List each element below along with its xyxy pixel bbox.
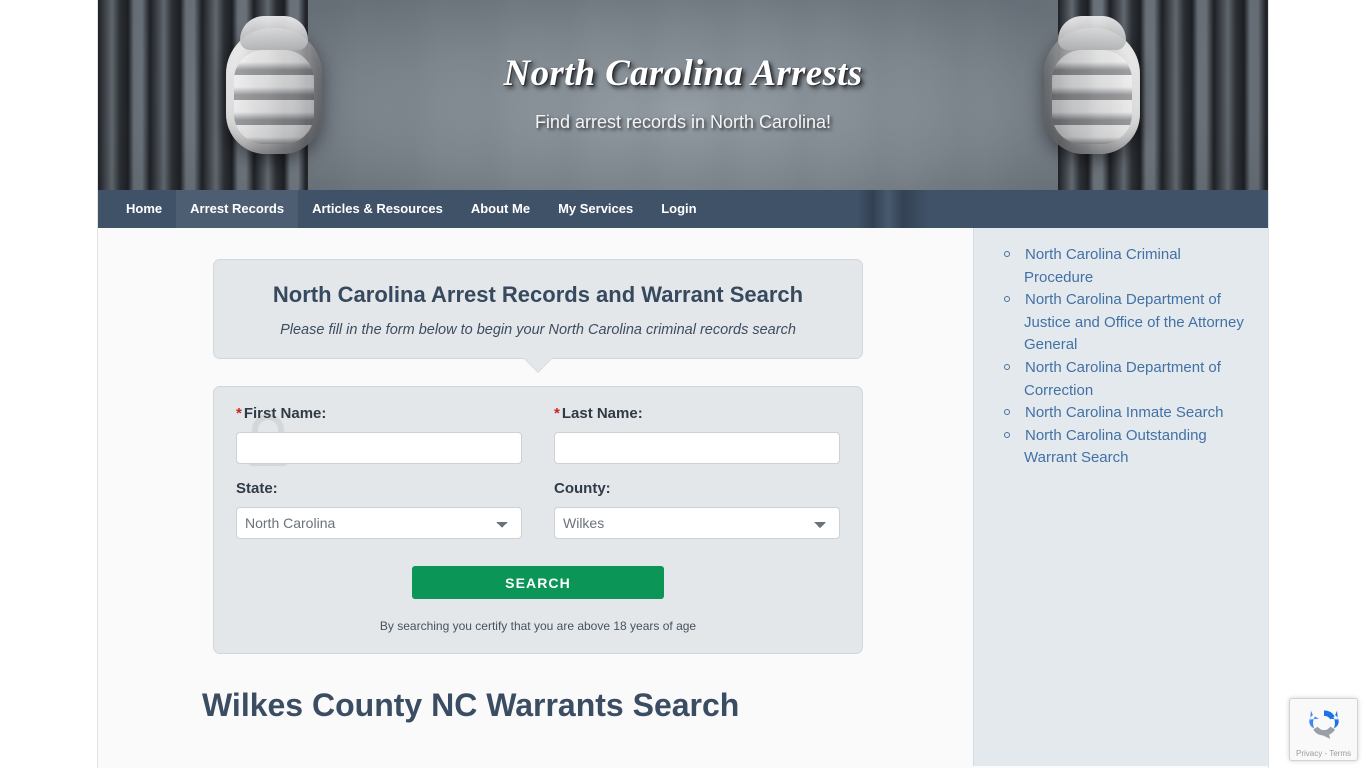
recaptcha-badge[interactable]: Privacy - Terms <box>1289 698 1358 761</box>
list-item: North Carolina Criminal Procedure <box>988 244 1248 289</box>
nav-item-arrest-records[interactable]: Arrest Records <box>176 190 299 228</box>
state-select[interactable]: North Carolina <box>236 507 522 539</box>
sidebar-link-department-of-correction[interactable]: North Carolina Department of Correction <box>1024 359 1221 399</box>
last-name-label: * Last Name: <box>554 405 840 422</box>
recaptcha-privacy-terms[interactable]: Privacy - Terms <box>1290 749 1357 758</box>
search-callout: North Carolina Arrest Records and Warran… <box>213 259 863 372</box>
callout-heading: North Carolina Arrest Records and Warran… <box>272 282 804 307</box>
first-name-field-group: * First Name: <box>236 405 522 464</box>
county-field-group: County: Wilkes <box>554 480 840 539</box>
site-title: North Carolina Arrests <box>503 53 863 94</box>
sidebar-link-inmate-search[interactable]: North Carolina Inmate Search <box>1025 404 1223 421</box>
last-name-input[interactable] <box>554 432 840 464</box>
banner-text-block: North Carolina Arrests Find arrest recor… <box>98 0 1268 133</box>
circle-bullet-icon <box>1004 431 1010 438</box>
location-fields-row: State: North Carolina County: Wilkes <box>236 480 840 539</box>
first-name-label-text: First Name: <box>243 405 327 422</box>
search-form-panel: * First Name: * Last Name: State: North Ca… <box>213 386 863 654</box>
main-content: North Carolina Arrest Records and Warran… <box>98 228 973 766</box>
name-fields-row: * First Name: * Last Name: <box>236 405 840 464</box>
content-row: North Carolina Arrest Records and Warran… <box>98 228 1268 766</box>
first-name-input[interactable] <box>236 432 522 464</box>
required-marker: * <box>236 405 242 422</box>
sidebar-link-department-of-justice[interactable]: North Carolina Department of Justice and… <box>1024 291 1244 353</box>
state-label: State: <box>236 480 278 497</box>
last-name-label-text: Last Name: <box>561 405 643 422</box>
site-banner: North Carolina Arrests Find arrest recor… <box>98 0 1268 190</box>
search-button-row: SEARCH <box>236 566 840 599</box>
nav-item-articles-resources[interactable]: Articles & Resources <box>298 190 457 228</box>
circle-bullet-icon <box>1004 251 1010 258</box>
recaptcha-icon <box>1308 710 1339 739</box>
sidebar-link-list: North Carolina Criminal Procedure North … <box>988 244 1248 470</box>
page-title: Wilkes County NC Warrants Search <box>202 687 740 723</box>
page-container: North Carolina Arrests Find arrest recor… <box>97 0 1269 768</box>
list-item: North Carolina Outstanding Warrant Searc… <box>988 425 1248 470</box>
county-select[interactable]: Wilkes <box>554 507 840 539</box>
required-marker: * <box>554 405 560 422</box>
circle-bullet-icon <box>1004 296 1010 303</box>
main-navigation: Home Arrest Records Articles & Resources… <box>98 190 1268 228</box>
sidebar-link-outstanding-warrant-search[interactable]: North Carolina Outstanding Warrant Searc… <box>1024 427 1207 467</box>
site-tagline: Find arrest records in North Carolina! <box>534 112 832 132</box>
first-name-label: * First Name: <box>236 405 522 422</box>
nav-item-about-me[interactable]: About Me <box>457 190 544 228</box>
circle-bullet-icon <box>1004 409 1010 416</box>
nav-item-my-services[interactable]: My Services <box>544 190 647 228</box>
state-field-group: State: North Carolina <box>236 480 522 539</box>
nav-item-login[interactable]: Login <box>647 190 710 228</box>
age-disclaimer: By searching you certify that you are ab… <box>379 619 697 633</box>
county-label: County: <box>554 480 611 497</box>
search-button[interactable]: SEARCH <box>412 566 664 599</box>
list-item: North Carolina Inmate Search <box>988 402 1248 425</box>
sidebar: North Carolina Criminal Procedure North … <box>973 228 1268 766</box>
list-item: North Carolina Department of Correction <box>988 357 1248 402</box>
circle-bullet-icon <box>1004 364 1010 370</box>
callout-subheading: Please fill in the form below to begin y… <box>280 322 796 338</box>
last-name-field-group: * Last Name: <box>554 405 840 464</box>
nav-item-home[interactable]: Home <box>112 190 176 228</box>
sidebar-link-criminal-procedure[interactable]: North Carolina Criminal Procedure <box>1024 246 1181 286</box>
callout-pointer <box>524 358 552 372</box>
list-item: North Carolina Department of Justice and… <box>988 289 1248 357</box>
